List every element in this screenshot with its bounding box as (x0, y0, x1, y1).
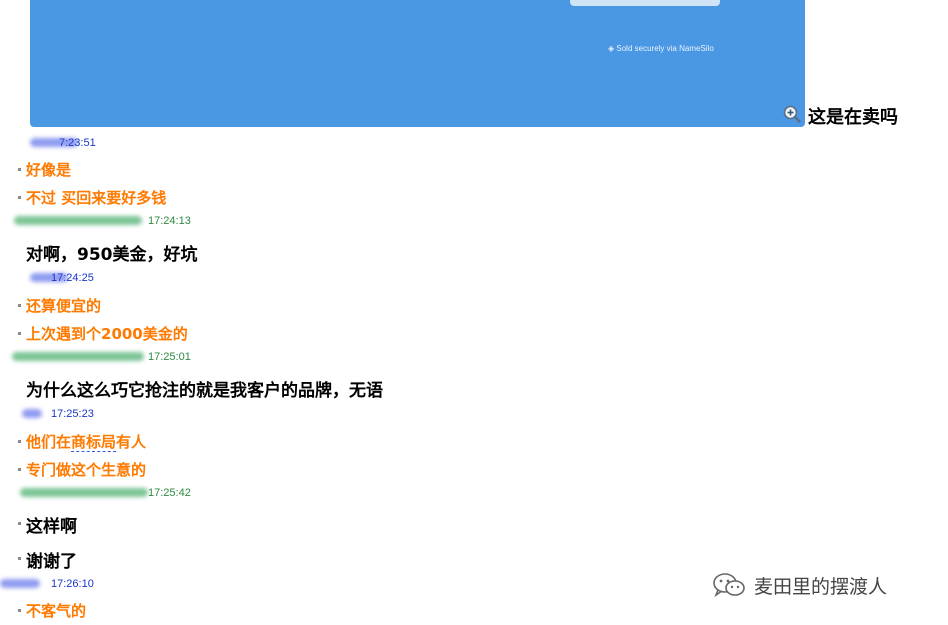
zoom-in-icon[interactable] (783, 105, 801, 123)
chat-message: 不过 买回来要好多钱 (26, 189, 167, 207)
chat-message: 为什么这么巧它抢注的就是我客户的品牌，无语 (26, 381, 383, 401)
message-header: 17:24:25 (20, 271, 120, 285)
bullet-marker (18, 468, 21, 471)
message-time: 17:24:13 (148, 215, 191, 227)
shield-icon: ◈ (608, 44, 615, 53)
embedded-screenshot: ◈ Sold securely via NameSilo (30, 0, 805, 127)
image-caption: 这是在卖吗 (808, 107, 898, 128)
chat-message: 对啊，950美金，好坑 (26, 245, 198, 265)
message-time: 17:25:42 (148, 487, 191, 499)
watermark-text: 麦田里的摆渡人 (754, 575, 888, 598)
message-time: 17:24:25 (51, 272, 94, 284)
bullet-marker (18, 440, 21, 443)
message-header: 17:24:13 (10, 214, 210, 228)
chat-message: 好像是 (26, 161, 72, 179)
message-header: 17:25:42 (10, 486, 210, 500)
message-time: 17:26:10 (51, 578, 94, 590)
redacted-sender (14, 216, 142, 225)
bullet-marker (18, 557, 21, 560)
bullet-marker (18, 522, 21, 525)
message-header: 7:23:51 (20, 136, 120, 150)
message-time: 17:25:01 (148, 351, 191, 363)
message-header: 17:25:01 (10, 350, 210, 364)
bullet-marker (18, 332, 21, 335)
chat-message: 这样啊 (26, 517, 77, 537)
redacted-sender (12, 352, 144, 361)
chat-message: 谢谢了 (26, 552, 77, 572)
secure-note-text: Sold securely via NameSilo (616, 44, 714, 53)
secure-note: ◈ Sold securely via NameSilo (608, 44, 714, 53)
bullet-marker (18, 609, 21, 612)
message-header: 17:25:23 (20, 407, 120, 421)
message-header: 17:26:10 (0, 577, 110, 591)
message-text: 他们在 (26, 433, 72, 451)
screenshot-input-edge (570, 0, 720, 6)
redacted-sender (0, 579, 40, 588)
chat-message: 上次遇到个2000美金的 (26, 325, 188, 343)
spellcheck-word[interactable]: 商标局 (71, 433, 117, 452)
message-text: 有人 (116, 433, 147, 451)
chat-message: 还算便宜的 (26, 297, 102, 315)
message-time: 7:23:51 (59, 137, 96, 149)
watermark: 麦田里的摆渡人 (712, 570, 887, 600)
bullet-marker (18, 168, 21, 171)
redacted-sender (22, 409, 42, 418)
chat-message: 他们在商标局有人 (26, 431, 146, 452)
bullet-marker (18, 304, 21, 307)
chat-message: 不客气的 (26, 602, 87, 620)
redacted-sender (20, 488, 148, 497)
message-time: 17:25:23 (51, 408, 94, 420)
chat-message: 专门做这个生意的 (26, 461, 147, 479)
bullet-marker (18, 196, 21, 199)
wechat-icon (713, 573, 745, 598)
